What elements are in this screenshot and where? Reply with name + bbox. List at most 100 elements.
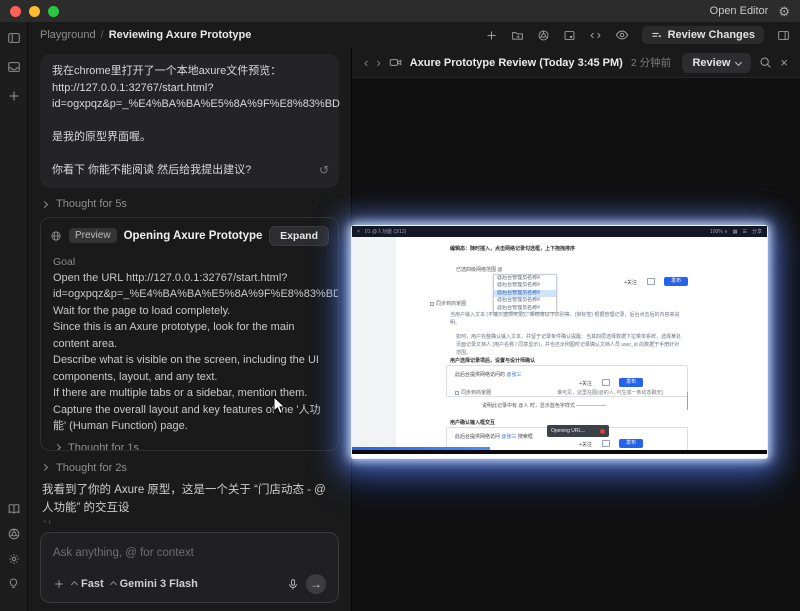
- docs-book-icon[interactable]: [7, 502, 21, 516]
- search-icon[interactable]: [759, 56, 772, 69]
- preview-badge: Preview: [69, 228, 117, 243]
- axure-publish-button: 发布: [664, 277, 688, 286]
- breadcrumb-root[interactable]: Playground: [40, 29, 96, 41]
- thought-row-bottom[interactable]: Thought for 2s: [40, 460, 337, 475]
- recording-dot: [600, 428, 605, 434]
- axure-section-heading-3: 用户确认输入框交互: [450, 420, 496, 426]
- breadcrumb-current: Reviewing Axure Prototype: [108, 29, 252, 41]
- axure-section-heading-2: 用户选择记录项后，设置与设计师确认: [450, 358, 536, 364]
- axure-publish-button: 发布: [619, 378, 643, 387]
- preview-timestamp: 2 分钟前: [630, 57, 672, 69]
- preview-eye-icon[interactable]: [615, 28, 629, 42]
- axure-hint-text: 编辑态：随时插入，点击网络记录勾选框，上下拖拽排序: [450, 246, 576, 252]
- review-changes-button[interactable]: Review Changes: [641, 26, 764, 44]
- breadcrumb-separator: /: [100, 29, 104, 41]
- chat-input[interactable]: [53, 547, 326, 559]
- app-header: Playground / Reviewing Axure Prototype R…: [28, 22, 800, 48]
- thought-row-top[interactable]: Thought for 5s: [40, 197, 337, 212]
- chevron-right-icon: [53, 443, 62, 451]
- axure-screenshot[interactable]: × 01 @人功能 (3/12) 100% ∨ ▦ ☰ 分享 编辑态：随时插入，…: [352, 226, 767, 458]
- preview-body: × 01 @人功能 (3/12) 100% ∨ ▦ ☰ 分享 编辑态：随时插入，…: [352, 78, 800, 611]
- minimize-window-button[interactable]: [29, 5, 40, 17]
- axure-browser-topbar: × 01 @人功能 (3/12) 100% ∨ ▦ ☰ 分享: [352, 226, 767, 237]
- inbox-icon[interactable]: [7, 60, 21, 74]
- axure-annotation: 说明此记录中有 @人 时，显示蓝色字样式 ——————: [482, 403, 607, 409]
- rail-settings-gear-icon[interactable]: [7, 552, 21, 566]
- left-rail: [0, 22, 28, 611]
- nav-forward-icon[interactable]: ›: [376, 56, 380, 69]
- expand-button[interactable]: Expand: [269, 225, 329, 246]
- dropdown-option: @后台管理员名称#: [497, 297, 540, 304]
- axure-page: 编辑态：随时插入，点击网络记录勾选框，上下拖拽排序 已选四级网络范围 @ @后台…: [352, 237, 767, 454]
- mouse-cursor: [273, 396, 286, 415]
- axure-mention-link: @张三: [506, 372, 522, 378]
- review-changes-label: Review Changes: [667, 29, 755, 41]
- thought-label: Thought for 5s: [56, 198, 127, 210]
- browser-icon[interactable]: [7, 527, 21, 541]
- axure-zoom-level: 100% ∨: [709, 228, 728, 235]
- axure-image-icon: [602, 379, 610, 386]
- chevron-up-icon: [70, 580, 79, 588]
- axure-mention-link: @张三: [501, 434, 517, 440]
- axure-paragraph-2: 如何，用户完整确认输入文本，并留于记录条件确认提醒：当其四层选择数据下拉菜单系统…: [456, 334, 682, 356]
- review-label: Review: [692, 56, 731, 69]
- mode-selector[interactable]: Fast: [70, 578, 104, 590]
- help-lightbulb-icon[interactable]: [7, 577, 20, 590]
- thought-label: Thought for 2s: [56, 461, 127, 474]
- axure-card-2-note: 谁可见，这里在图(@的人, 可生成一条动态聊天): [557, 390, 664, 396]
- titlebar: Open Editor ⚙: [0, 0, 800, 22]
- preview-panel: ‹ › Axure Prototype Review (Today 3:45 P…: [352, 48, 800, 611]
- thought-row-1[interactable]: Thought for 1s: [53, 439, 326, 452]
- model-selector[interactable]: Gemini 3 Flash: [109, 578, 198, 590]
- axure-bottom-bar: [352, 450, 767, 454]
- tool-run-card: Preview Opening Axure Prototype Preview …: [40, 216, 339, 452]
- app-window: Open Editor ⚙ Playground / Reviewing Axu…: [0, 0, 800, 611]
- tool-run-title: Opening Axure Prototype Preview: [123, 229, 263, 242]
- user-message: 我在chrome里打开了一个本地axure文件预览： http://127.0.…: [40, 54, 340, 188]
- review-dropdown-button[interactable]: Review: [682, 52, 752, 73]
- dropdown-option-selected: @后台管理员名称#: [494, 289, 556, 298]
- window-controls: [10, 5, 59, 17]
- close-panel-icon[interactable]: ×: [780, 55, 788, 70]
- sidebar-toggle-icon[interactable]: [7, 31, 21, 45]
- maximize-window-button[interactable]: [48, 5, 59, 17]
- chevron-right-icon: [40, 200, 49, 208]
- attach-plus-icon[interactable]: [53, 578, 65, 590]
- retry-icon[interactable]: ↺: [319, 161, 329, 179]
- axure-tab-close-icon: ×: [357, 228, 360, 235]
- axure-publish-button: 发布: [619, 439, 643, 448]
- axure-dropdown: @后台管理员名称# @后台管理员名称# @后台管理员名称# @后台管理员名称# …: [493, 274, 557, 313]
- axure-share-button: 分享: [751, 229, 762, 235]
- send-button[interactable]: →: [306, 574, 326, 594]
- axure-card-2: 此后台提供网络访问的 @张三 +关注 发布 同步到商家圈 谁可见，这里在图(@的…: [446, 365, 688, 397]
- review-changes-icon: [651, 32, 661, 37]
- assistant-message-faded: 计: [40, 517, 339, 524]
- preview-title: Axure Prototype Review (Today 3:45 PM): [409, 56, 623, 69]
- assistant-message: 我看到了你的 Axure 原型，这是一个关于 “门店动态 - @人功能” 的交互…: [42, 484, 326, 514]
- close-window-button[interactable]: [10, 5, 21, 17]
- axure-field-label: 已选四级网络范围 @: [456, 267, 503, 273]
- screen-recording-icon: [389, 59, 401, 66]
- terminal-panel-icon[interactable]: [563, 29, 576, 42]
- new-chat-plus-icon[interactable]: [7, 89, 21, 103]
- open-editor-button[interactable]: Open Editor: [710, 5, 769, 17]
- axure-follow-link: +关注: [624, 280, 637, 286]
- axure-grid-icon: ▦: [732, 228, 738, 235]
- nav-back-icon[interactable]: ‹: [364, 56, 368, 69]
- code-icon[interactable]: [589, 29, 602, 42]
- new-tab-plus-icon[interactable]: [485, 29, 498, 42]
- mode-label: Fast: [81, 578, 104, 590]
- axure-follow-link: +关注: [579, 381, 592, 387]
- chevron-right-icon: [40, 464, 49, 472]
- settings-gear-icon[interactable]: ⚙: [778, 5, 790, 18]
- preview-header: ‹ › Axure Prototype Review (Today 3:45 P…: [352, 48, 800, 78]
- mic-icon[interactable]: [287, 578, 299, 591]
- open-folder-icon[interactable]: [511, 29, 524, 42]
- dropdown-option: @后台管理员名称#: [497, 282, 540, 289]
- goal-label: Goal: [53, 255, 76, 268]
- browser-chrome-icon[interactable]: [537, 29, 550, 42]
- axure-checkbox-row: 同步到商家圈: [430, 300, 466, 307]
- thought-label: Thought for 1s: [68, 441, 139, 452]
- axure-paragraph-1: 当用户输入文本 (不输入选项可见)，系统将以下识别等，(常标签) 根据管理记录，…: [450, 312, 680, 326]
- panel-right-icon[interactable]: [777, 29, 790, 42]
